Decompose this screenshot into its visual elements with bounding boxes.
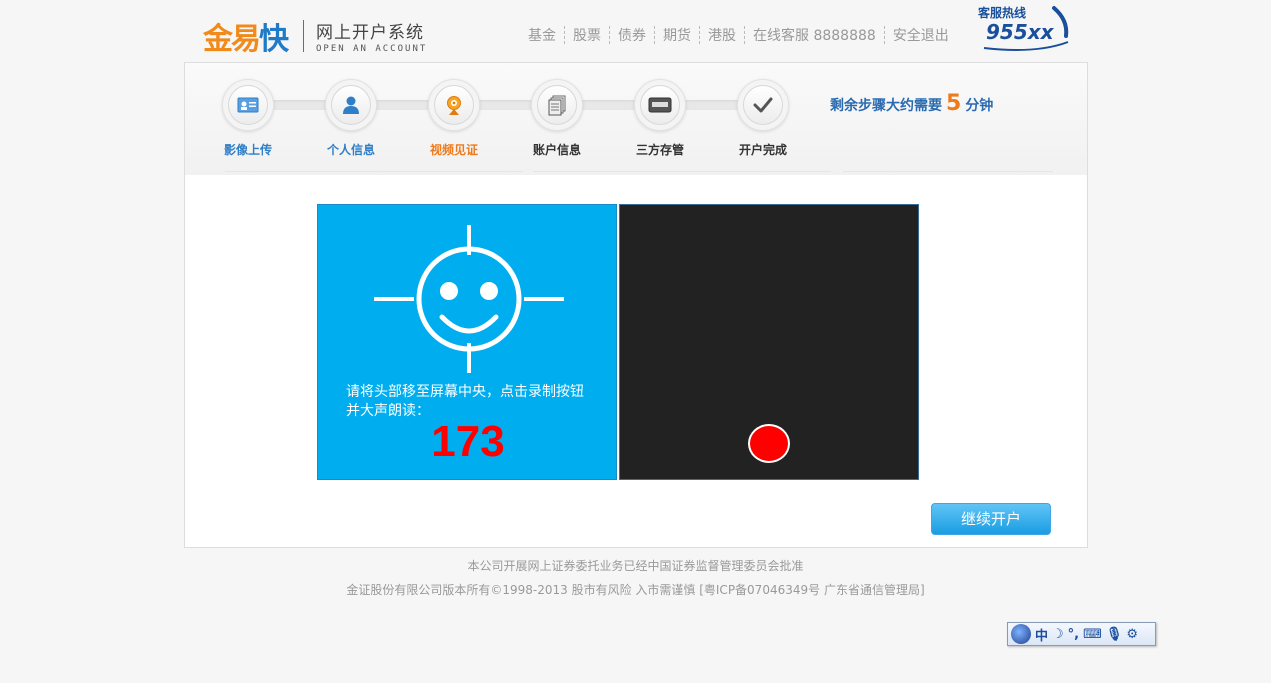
nav-logout[interactable]: 安全退出 — [885, 25, 957, 45]
brand-logo[interactable]: 金易快 网上开户系统 OPEN AN ACCOUNT — [203, 14, 427, 58]
step-inner — [331, 85, 371, 125]
header: 金易快 网上开户系统 OPEN AN ACCOUNT 基金 股票 债券 期货 港… — [0, 0, 1271, 62]
nav-bond[interactable]: 债券 — [610, 25, 654, 45]
step-label: 影像上传 — [223, 143, 272, 157]
step-label: 开户完成 — [738, 143, 787, 157]
remaining-prefix: 剩余步骤大约需要 — [830, 98, 942, 114]
id-card-icon — [237, 97, 259, 113]
webcam-icon — [447, 96, 461, 115]
ime-toolbar[interactable]: 中 ☽ °, ⌨ 🎙 ⚙ — [1007, 622, 1156, 646]
video-instruction: 请将头部移至屏幕中央，点击录制按钮并大声朗读： — [346, 384, 584, 419]
ime-mode-toggle[interactable]: 中 — [1035, 625, 1048, 644]
person-icon — [343, 96, 359, 114]
step-complete[interactable]: 开户完成 — [718, 79, 808, 158]
remaining-suffix: 分钟 — [965, 98, 994, 114]
step-label: 视频见证 — [429, 143, 478, 157]
step-label: 账户信息 — [532, 143, 581, 157]
punctuation-icon[interactable]: °, — [1068, 627, 1079, 642]
remaining-minutes: 5 — [946, 91, 962, 116]
camera-preview — [619, 204, 919, 480]
system-name-cn: 网上开户系统 — [316, 23, 424, 43]
hotline-label: 客服热线 — [978, 6, 1027, 20]
system-name: 网上开户系统 OPEN AN ACCOUNT — [316, 18, 427, 54]
logo-wordmark: 金易快 — [203, 14, 289, 58]
ime-logo-icon[interactable] — [1011, 624, 1031, 644]
nav-stock[interactable]: 股票 — [565, 25, 609, 45]
nav-hk-stock[interactable]: 港股 — [700, 25, 744, 45]
step-circle — [737, 79, 789, 131]
step-inner — [434, 85, 474, 125]
logo-part-2: 快 — [259, 22, 289, 57]
face-target-icon — [374, 225, 564, 373]
hotline-number: 955xx — [986, 20, 1054, 44]
documents-icon — [548, 95, 566, 116]
footer-copyright: 金证股份有限公司版本所有©1998-2013 股市有风险 入市需谨慎 [粤ICP… — [346, 583, 925, 597]
step-inner — [537, 85, 577, 125]
step-personal-info[interactable]: 个人信息 — [306, 79, 396, 158]
logo-part-1: 金易 — [203, 22, 261, 57]
step-circle — [634, 79, 686, 131]
gear-icon[interactable]: ⚙ — [1126, 627, 1138, 642]
step-inner — [743, 85, 783, 125]
step-inner — [640, 85, 680, 125]
step-circle — [325, 79, 377, 131]
main-panel: 影像上传 个人信息 视频见证 账户信息 三方存管 开户完成 剩余步骤大约需要 5… — [184, 62, 1088, 548]
continue-account-button[interactable]: 继续开户 — [931, 503, 1051, 535]
step-image-upload[interactable]: 影像上传 — [203, 79, 293, 158]
nav-online-service[interactable]: 在线客服 8888888 — [745, 25, 884, 45]
progress-steps: 影像上传 个人信息 视频见证 账户信息 三方存管 开户完成 剩余步骤大约需要 5… — [185, 63, 1087, 175]
step-circle — [531, 79, 583, 131]
face-guide-panel: 请将头部移至屏幕中央，点击录制按钮并大声朗读： 173 — [317, 204, 617, 480]
nav-futures[interactable]: 期货 — [655, 25, 699, 45]
remaining-time: 剩余步骤大约需要 5 分钟 — [830, 91, 993, 116]
hotline: 客服热线 955xx — [976, 2, 1076, 56]
step-third-party-custody[interactable]: 三方存管 — [615, 79, 705, 158]
step-video-witness[interactable]: 视频见证 — [409, 79, 499, 158]
step-inner — [228, 85, 268, 125]
system-name-en: OPEN AN ACCOUNT — [316, 44, 428, 54]
moon-icon[interactable]: ☽ — [1052, 627, 1064, 642]
step-label: 个人信息 — [326, 143, 375, 157]
top-nav: 基金 股票 债券 期货 港股 在线客服 8888888 安全退出 — [526, 25, 957, 45]
steps-underline — [225, 171, 523, 172]
step-circle — [222, 79, 274, 131]
step-account-info[interactable]: 账户信息 — [512, 79, 602, 158]
footer-approval-notice: 本公司开展网上证券委托业务已经中国证券监督管理委员会批准 — [467, 559, 804, 573]
card-icon — [648, 97, 672, 113]
microphone-icon[interactable]: 🎙 — [1106, 627, 1123, 642]
record-button[interactable] — [748, 424, 790, 463]
checkmark-icon — [753, 97, 773, 113]
keyboard-icon[interactable]: ⌨ — [1083, 627, 1102, 642]
step-circle — [428, 79, 480, 131]
step-label: 三方存管 — [635, 143, 684, 157]
steps-underline — [533, 171, 831, 172]
steps-underline — [843, 171, 1053, 172]
nav-fund[interactable]: 基金 — [526, 25, 564, 45]
read-aloud-code: 173 — [431, 417, 505, 466]
logo-divider — [303, 20, 304, 52]
